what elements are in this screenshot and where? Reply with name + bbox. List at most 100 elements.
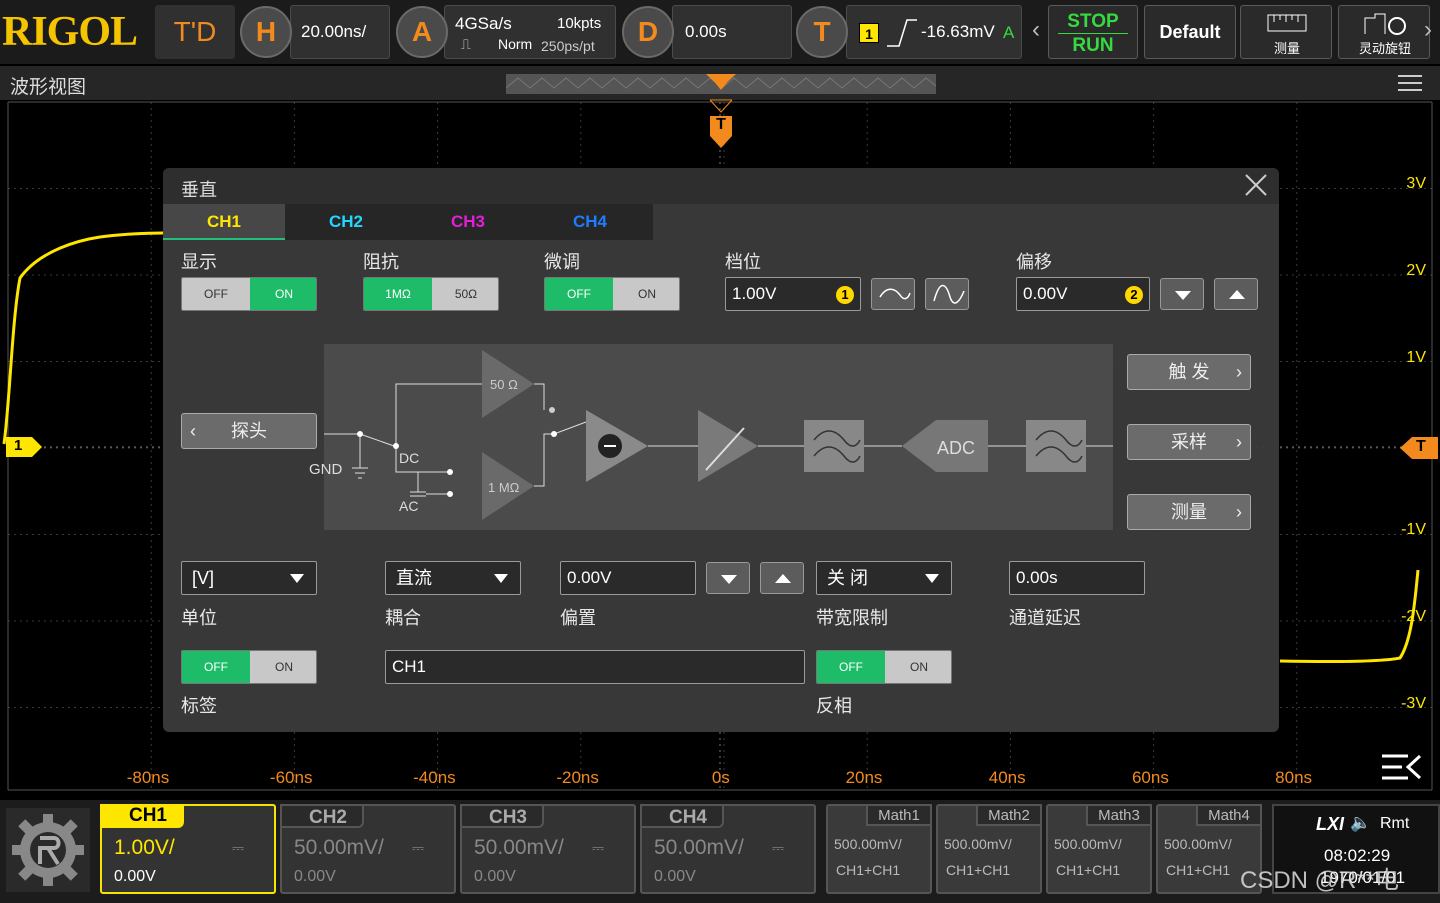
unit-label: 单位 (181, 608, 217, 628)
tab-ch4[interactable]: CH4 (529, 204, 651, 240)
ch4-status-box[interactable]: CH4 50.00mV/ ⎓ 0.00V (640, 804, 816, 894)
chevron-down-icon (494, 574, 508, 583)
view-menu-icon[interactable] (1398, 75, 1422, 91)
timebase-value: 20.00ns/ (301, 22, 367, 41)
sample-rate: 4GSa/s (455, 14, 512, 33)
ch2-offset: 0.00V (294, 868, 336, 885)
tag-on: ON (250, 651, 316, 683)
bandwidth-dropdown[interactable]: 关 闭 (816, 561, 952, 595)
trigger-level-marker[interactable]: T (1398, 436, 1440, 460)
dc-label: DC (399, 450, 420, 466)
measure-menu-label: 测量 (1171, 502, 1207, 522)
math3-box[interactable]: Math3 500.00mV/ CH1+CH1 (1046, 804, 1152, 894)
speaker-mute-icon[interactable]: 🔈 (1350, 813, 1371, 833)
tab-ch3[interactable]: CH3 (407, 204, 529, 240)
ch1-offset-marker[interactable]: 1 (4, 436, 44, 458)
waveform-view-title: 波形视图 (10, 77, 87, 98)
delay-icon[interactable]: D (622, 6, 674, 58)
probe-button[interactable]: ‹ 探头 (181, 413, 317, 449)
trigger-position-marker[interactable]: T (706, 72, 736, 152)
timebase-panel[interactable]: 20.00ns/ (290, 5, 390, 59)
trigger-menu-button[interactable]: 触 发 › (1127, 354, 1251, 390)
x-tick-label: -80ns (127, 768, 170, 787)
r50-label: 50 Ω (490, 377, 518, 392)
y-tick-label: 1V (1406, 349, 1426, 366)
tag-text-field[interactable]: CH1 (385, 650, 805, 684)
close-icon[interactable] (1243, 172, 1269, 198)
ch1-status-box[interactable]: CH1 1.00V/ ⎓ 0.00V (100, 804, 276, 894)
tab-ch1[interactable]: CH1 (163, 204, 285, 240)
delay-panel[interactable]: 0.00s (672, 5, 792, 59)
horizontal-icon[interactable]: H (240, 6, 292, 58)
home-gear-icon[interactable] (6, 808, 90, 892)
acquire-panel[interactable]: 4GSa/s 10kpts ⎍ Norm 250ps/pt (444, 5, 616, 59)
knob-label: 灵动旋钮 (1358, 41, 1411, 56)
chevron-right-icon: › (1236, 502, 1242, 522)
offset-field[interactable]: 0.00V 2 (1016, 277, 1150, 311)
math1-title: Math1 (866, 804, 932, 826)
math3-scale: 500.00mV/ (1054, 836, 1122, 852)
knob-icon (1364, 13, 1406, 35)
ch2-status-box[interactable]: CH2 50.00mV/ ⎓ 0.00V (280, 804, 456, 894)
scroll-right-icon[interactable]: › (1424, 16, 1432, 44)
tab-ch2[interactable]: CH2 (285, 204, 407, 240)
unit-dropdown[interactable]: [V] (181, 561, 317, 595)
math4-source: CH1+CH1 (1166, 862, 1231, 878)
trigger-panel[interactable]: 1 -16.63mV A (846, 5, 1022, 59)
math1-box[interactable]: Math1 500.00mV/ CH1+CH1 (826, 804, 932, 894)
display-off: OFF (182, 278, 250, 310)
acquire-menu-button[interactable]: 采样 › (1127, 424, 1251, 460)
math2-box[interactable]: Math2 500.00mV/ CH1+CH1 (936, 804, 1042, 894)
collapse-menu-icon[interactable] (1380, 752, 1424, 782)
math4-title: Math4 (1196, 804, 1262, 826)
impedance-label: 阻抗 (363, 252, 399, 272)
math2-scale: 500.00mV/ (944, 836, 1012, 852)
bias-down-button[interactable] (706, 562, 750, 594)
knob-button[interactable]: 灵动旋钮 (1338, 5, 1430, 59)
ch3-scale: 50.00mV/ (474, 836, 564, 859)
measure-menu-button[interactable]: 测量 › (1127, 494, 1251, 530)
dialog-title: 垂直 (181, 180, 217, 200)
channel-tabs: CH1 CH2 CH3 CH4 (163, 204, 653, 240)
delay-value: 0.00s (685, 22, 727, 41)
y-tick-label: -1V (1401, 521, 1426, 538)
coarse-scale-button[interactable] (871, 278, 915, 310)
fine-scale-button[interactable] (925, 278, 969, 310)
impedance-50: 50Ω (432, 278, 498, 310)
remote-status: Rmt (1380, 815, 1410, 832)
scroll-left-icon[interactable]: ‹ (1032, 16, 1040, 44)
scale-field[interactable]: 1.00V 1 (725, 277, 861, 311)
invert-toggle[interactable]: OFF ON (816, 650, 952, 684)
ch3-status-box[interactable]: CH3 50.00mV/ ⎓ 0.00V (460, 804, 636, 894)
default-button[interactable]: Default (1144, 5, 1236, 59)
offset-value: 0.00V (1023, 284, 1068, 303)
x-tick-label: 80ns (1275, 768, 1312, 787)
trigger-level-marker-label: T (1416, 438, 1426, 455)
fine-toggle[interactable]: OFF ON (544, 277, 680, 311)
coupling-value: 直流 (396, 568, 432, 588)
coupling-label: 耦合 (385, 608, 421, 628)
coupling-dropdown[interactable]: 直流 (385, 561, 521, 595)
channel-delay-field[interactable]: 0.00s (1009, 561, 1145, 595)
acquire-icon[interactable]: A (396, 6, 448, 58)
math3-title: Math3 (1086, 804, 1152, 826)
bias-field[interactable]: 0.00V (560, 561, 696, 595)
ch3-tab: CH3 (460, 804, 544, 828)
y-tick-label: 2V (1406, 262, 1426, 279)
ch3-offset: 0.00V (474, 868, 516, 885)
bias-value: 0.00V (567, 568, 612, 587)
stop-run-button[interactable]: STOP RUN (1048, 5, 1138, 59)
trigger-icon[interactable]: T (796, 6, 848, 58)
bias-up-button[interactable] (760, 562, 804, 594)
math3-source: CH1+CH1 (1056, 862, 1121, 878)
measure-button[interactable]: 测量 (1240, 5, 1332, 59)
rising-edge-icon (887, 19, 917, 47)
display-toggle[interactable]: OFF ON (181, 277, 317, 311)
csdn-watermark: CSDN @R**电 (1240, 867, 1400, 894)
time-delay-mode[interactable]: T'D (155, 5, 235, 59)
tag-toggle[interactable]: OFF ON (181, 650, 317, 684)
impedance-toggle[interactable]: 1MΩ 50Ω (363, 277, 499, 311)
offset-down-button[interactable] (1160, 278, 1204, 310)
offset-up-button[interactable] (1214, 278, 1258, 310)
ruler-icon (1267, 14, 1307, 32)
